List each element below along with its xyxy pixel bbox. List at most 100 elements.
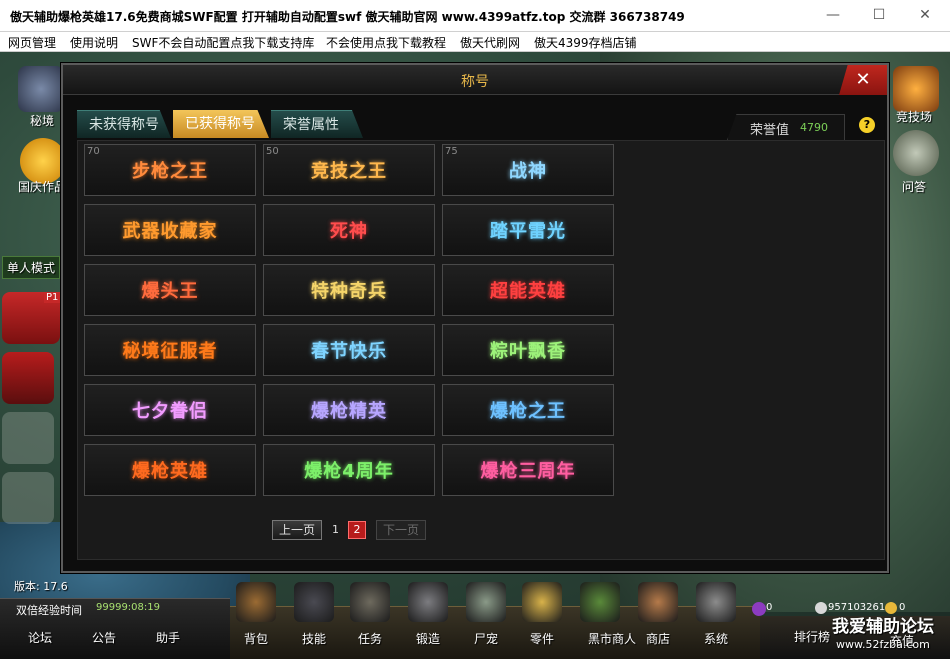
guoqing-label: 国庆作品 bbox=[18, 180, 67, 194]
title-card[interactable]: 爆枪英雄 bbox=[84, 444, 256, 496]
action-button-label[interactable]: 商店 bbox=[646, 630, 670, 647]
tab-unobtained[interactable]: 未获得称号 bbox=[77, 110, 171, 138]
title-card[interactable]: 春节快乐 bbox=[263, 324, 435, 376]
title-card[interactable]: 粽叶飘香 bbox=[442, 324, 614, 376]
quiz-icon[interactable] bbox=[893, 130, 939, 176]
action-5-icon[interactable] bbox=[522, 582, 562, 622]
action-7-icon[interactable] bbox=[638, 582, 678, 622]
action-button-label[interactable]: 技能 bbox=[302, 630, 326, 647]
title-name: 爆头王 bbox=[141, 281, 199, 302]
tab-obtained[interactable]: 已获得称号 bbox=[173, 110, 269, 138]
action-button-label[interactable]: 黑市商人 bbox=[588, 630, 636, 647]
action-4-icon[interactable] bbox=[466, 582, 506, 622]
player2-avatar[interactable] bbox=[2, 352, 54, 404]
title-card[interactable]: 特种奇兵 bbox=[263, 264, 435, 316]
help-icon[interactable]: ? bbox=[859, 117, 875, 133]
assistant-link[interactable]: 助手 bbox=[156, 629, 180, 646]
title-card[interactable]: 75 战神 bbox=[442, 144, 614, 196]
watermark-text: 我爱辅助论坛 bbox=[832, 617, 934, 637]
dialog-close-button[interactable]: ✕ bbox=[839, 65, 887, 95]
gem-icon bbox=[752, 602, 766, 616]
next-page-button[interactable]: 下一页 bbox=[376, 520, 427, 540]
title-name: 七夕眷侣 bbox=[132, 401, 208, 422]
close-window-button[interactable]: ✕ bbox=[902, 0, 948, 32]
window-title: 傲天辅助爆枪英雄17.6免费商城SWF配置 打开辅助自动配置swf 傲天辅助官网… bbox=[10, 10, 685, 24]
action-0-icon[interactable] bbox=[236, 582, 276, 622]
title-name: 特种奇兵 bbox=[311, 281, 387, 302]
mijing-icon[interactable] bbox=[18, 66, 64, 112]
single-mode-button[interactable]: 单人模式 bbox=[2, 256, 61, 279]
watermark-url: www.52fzba.com bbox=[836, 638, 930, 651]
menubar: 网页管理 使用说明 SWF不会自动配置点我下载支持库 不会使用点我下载教程 傲天… bbox=[0, 32, 950, 52]
action-button-label[interactable]: 背包 bbox=[244, 630, 268, 647]
title-card[interactable]: 七夕眷侣 bbox=[84, 384, 256, 436]
title-card[interactable]: 70 步枪之王 bbox=[84, 144, 256, 196]
mijing-label: 秘境 bbox=[30, 114, 55, 128]
honor-box: 荣誉值 4790 bbox=[727, 114, 845, 140]
title-level: 75 bbox=[445, 146, 458, 157]
title-card[interactable]: 死神 bbox=[263, 204, 435, 256]
title-panel: 70 步枪之王 50 竞技之王 75 战神武器收藏家 死神 踏平雷光爆头王 特种奇兵 超能英雄秘境… bbox=[77, 140, 885, 560]
title-name: 竞技之王 bbox=[311, 161, 387, 182]
title-card[interactable]: 爆枪之王 bbox=[442, 384, 614, 436]
title-name: 战神 bbox=[509, 161, 547, 182]
action-button-label[interactable]: 锻造 bbox=[416, 630, 440, 647]
locked-avatar-2[interactable] bbox=[2, 472, 54, 524]
title-dialog: 称号 ✕ 未获得称号 已获得称号 荣誉属性 荣誉值 4790 ? 70 步枪之王 5… bbox=[61, 63, 889, 573]
title-name: 爆枪之王 bbox=[490, 401, 566, 422]
action-6-icon[interactable] bbox=[580, 582, 620, 622]
menu-item-store[interactable]: 傲天4399存档店铺 bbox=[534, 34, 637, 51]
title-card[interactable]: 武器收藏家 bbox=[84, 204, 256, 256]
silver-coin-icon bbox=[815, 602, 827, 614]
page-2-current[interactable]: 2 bbox=[348, 521, 366, 539]
title-card[interactable]: 爆枪三周年 bbox=[442, 444, 614, 496]
title-name: 春节快乐 bbox=[311, 341, 387, 362]
notice-link[interactable]: 公告 bbox=[92, 629, 116, 646]
title-name: 爆枪三周年 bbox=[480, 461, 576, 482]
title-name: 武器收藏家 bbox=[122, 221, 218, 242]
action-1-icon[interactable] bbox=[294, 582, 334, 622]
forum-link[interactable]: 论坛 bbox=[28, 629, 52, 646]
title-card[interactable]: 踏平雷光 bbox=[442, 204, 614, 256]
title-level: 50 bbox=[266, 146, 279, 157]
title-name: 步枪之王 bbox=[132, 161, 208, 182]
title-name: 死神 bbox=[330, 221, 368, 242]
action-3-icon[interactable] bbox=[408, 582, 448, 622]
tab-honor-attributes[interactable]: 荣誉属性 bbox=[271, 110, 363, 138]
action-button-label[interactable]: 任务 bbox=[358, 630, 382, 647]
title-card[interactable]: 50 竞技之王 bbox=[263, 144, 435, 196]
locked-avatar-1[interactable] bbox=[2, 412, 54, 464]
prev-page-button[interactable]: 上一页 bbox=[272, 520, 323, 540]
dialog-title: 称号 bbox=[461, 74, 489, 90]
action-8-icon[interactable] bbox=[696, 582, 736, 622]
double-exp-value: 99999:08:19 bbox=[96, 602, 160, 613]
action-2-icon[interactable] bbox=[350, 582, 390, 622]
maximize-button[interactable]: ☐ bbox=[856, 0, 902, 32]
title-card[interactable]: 超能英雄 bbox=[442, 264, 614, 316]
title-card[interactable]: 爆枪精英 bbox=[263, 384, 435, 436]
menu-item-download-lib[interactable]: SWF不会自动配置点我下载支持库 bbox=[132, 34, 314, 51]
action-button-label[interactable]: 系统 bbox=[704, 630, 728, 647]
double-exp-label: 双倍经验时间 bbox=[16, 604, 82, 617]
title-card[interactable]: 爆头王 bbox=[84, 264, 256, 316]
title-name: 踏平雷光 bbox=[490, 221, 566, 242]
title-card[interactable]: 秘境征服者 bbox=[84, 324, 256, 376]
menu-item-download-tutorial[interactable]: 不会使用点我下载教程 bbox=[326, 34, 446, 51]
page-1[interactable]: 1 bbox=[332, 523, 339, 536]
arena-icon[interactable] bbox=[893, 66, 939, 112]
menu-item-instructions[interactable]: 使用说明 bbox=[70, 34, 118, 51]
menu-item-web-manage[interactable]: 网页管理 bbox=[8, 34, 56, 51]
dialog-header: 称号 ✕ bbox=[63, 65, 887, 95]
title-name: 爆枪英雄 bbox=[132, 461, 208, 482]
ranking-button[interactable]: 排行榜 bbox=[794, 628, 830, 645]
menu-item-daishua[interactable]: 傲天代刷网 bbox=[460, 34, 520, 51]
honor-label: 荣誉值 bbox=[750, 123, 790, 138]
action-button-label[interactable]: 尸宠 bbox=[474, 630, 498, 647]
title-name: 超能英雄 bbox=[490, 281, 566, 302]
window-titlebar: 傲天辅助爆枪英雄17.6免费商城SWF配置 打开辅助自动配置swf 傲天辅助官网… bbox=[0, 0, 950, 32]
bottom-bar: 双倍经验时间 99999:08:19 论坛 公告 助手 背包 技能 任务 锻造 尸宠 零件… bbox=[0, 580, 950, 659]
title-card[interactable]: 爆枪4周年 bbox=[263, 444, 435, 496]
minimize-button[interactable]: — bbox=[810, 0, 856, 32]
quiz-label: 问答 bbox=[902, 180, 927, 194]
action-button-label[interactable]: 零件 bbox=[530, 630, 554, 647]
